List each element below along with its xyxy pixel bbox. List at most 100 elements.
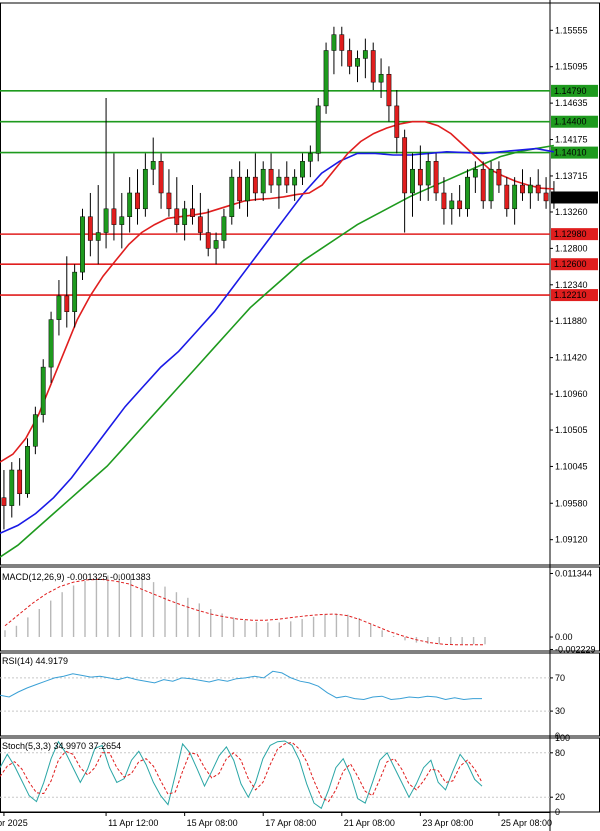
price-tick-label: 1.14175 — [555, 135, 588, 145]
price-tick-label: 1.11420 — [555, 353, 587, 363]
price-tick-label: 1.09580 — [555, 498, 588, 508]
price-pane: 1.15555 1.15095 1.14635 1.14175 1.13715 1.132… — [0, 0, 600, 831]
candle — [323, 42, 329, 114]
candle-body — [449, 200, 455, 210]
candle — [292, 169, 298, 201]
price-tick-label: 1.13715 — [555, 171, 588, 181]
candle-body — [25, 446, 30, 495]
candle — [95, 185, 101, 265]
price-tick-label: 1.14635 — [555, 98, 588, 108]
candle — [276, 169, 282, 209]
candle — [135, 169, 140, 225]
x-tick-label: 15 Apr 08:00 — [187, 818, 238, 828]
candle-body — [260, 168, 266, 194]
price-tick-label: 1.10045 — [555, 461, 588, 471]
candle-body — [402, 137, 408, 194]
candle — [268, 153, 274, 193]
candle-body — [252, 176, 258, 194]
level-label: 1.12980 — [554, 229, 587, 239]
x-tick-label: 21 Apr 08:00 — [344, 818, 395, 828]
candle — [331, 26, 337, 75]
rsi-label: RSI(14) 44.9179 — [2, 656, 68, 666]
candle-body — [457, 200, 463, 210]
candle — [394, 90, 400, 154]
candle-body — [40, 366, 46, 415]
macd-tick-label: 0.00 — [555, 632, 573, 642]
level-label: 1.12600 — [554, 259, 587, 269]
ma-slow-line — [0, 144, 555, 558]
candle-body — [284, 176, 290, 186]
candle-body — [142, 168, 148, 210]
candle — [1, 470, 7, 530]
macd-label: MACD(12,26,9) -0.001325 -0.001383 — [2, 572, 151, 582]
candle-body — [543, 192, 549, 202]
candle — [229, 169, 235, 225]
candle-body — [80, 216, 85, 273]
candle-body — [307, 153, 313, 162]
candle-body — [315, 105, 321, 154]
candle-body — [229, 176, 235, 217]
candle — [190, 185, 195, 225]
candle — [260, 161, 266, 201]
candle — [496, 161, 502, 193]
candle — [472, 161, 478, 193]
candle-body — [472, 168, 478, 178]
candle — [386, 66, 392, 122]
candle — [449, 192, 455, 225]
rsi-tick-label: 30 — [555, 706, 565, 716]
candle-body — [174, 208, 180, 225]
candle-body — [292, 176, 298, 186]
candle — [300, 153, 305, 186]
candle-body — [520, 184, 525, 194]
stoch-label: Stoch(5,3,3) 34.9970 37.2654 — [2, 741, 121, 751]
candle — [103, 97, 109, 249]
candle-body — [221, 216, 227, 241]
x-tick-label: 17 Apr 08:00 — [265, 818, 316, 828]
candle — [111, 153, 117, 241]
candle-body — [127, 192, 133, 217]
candle — [245, 169, 250, 217]
candle — [174, 177, 180, 233]
stoch-tick-label: 80 — [555, 748, 565, 758]
chart-root: 1.15555 1.15095 1.14635 1.14175 1.13715 1.132… — [0, 0, 600, 831]
price-tick-label: 1.13260 — [555, 207, 588, 217]
candle-body — [182, 208, 188, 225]
candle-body — [119, 216, 125, 225]
candle-body — [72, 271, 78, 312]
rsi-pane-frame — [0, 652, 600, 737]
candle — [433, 153, 439, 201]
candle-body — [433, 161, 439, 194]
stoch-tick-label: 20 — [555, 792, 565, 802]
candle-body — [32, 414, 38, 447]
x-tick-label: 11 Apr 12:00 — [108, 818, 158, 828]
current-price-label: 1.13443 — [554, 192, 587, 202]
candle-body — [331, 34, 337, 51]
candle — [347, 38, 353, 75]
candle — [40, 359, 46, 423]
candle-body — [276, 176, 282, 186]
candle-body — [394, 105, 400, 138]
candle-body — [64, 295, 70, 312]
candle — [150, 137, 156, 186]
candle-body — [535, 184, 541, 194]
price-tick-label: 1.12800 — [555, 243, 588, 253]
candle — [72, 264, 78, 328]
price-tick-label: 1.12340 — [555, 280, 588, 290]
candle — [64, 256, 70, 328]
candle — [441, 177, 447, 225]
candle-body — [496, 168, 502, 186]
rsi-line — [0, 670, 482, 701]
candle-body — [111, 208, 117, 225]
candle-body — [9, 469, 15, 506]
candle — [252, 153, 258, 201]
candle — [166, 169, 172, 217]
x-axis: 9 Apr 2025 11 Apr 12:00 15 Apr 08:00 17 Apr… — [0, 812, 552, 828]
rsi-pane: 70300 — [0, 652, 600, 741]
candle-body — [48, 319, 54, 368]
candle-body — [488, 168, 494, 202]
candle — [127, 177, 133, 233]
candle-body — [237, 176, 243, 202]
candle-body — [386, 73, 392, 107]
x-tick-label: 23 Apr 08:00 — [422, 818, 473, 828]
candle — [339, 26, 345, 67]
